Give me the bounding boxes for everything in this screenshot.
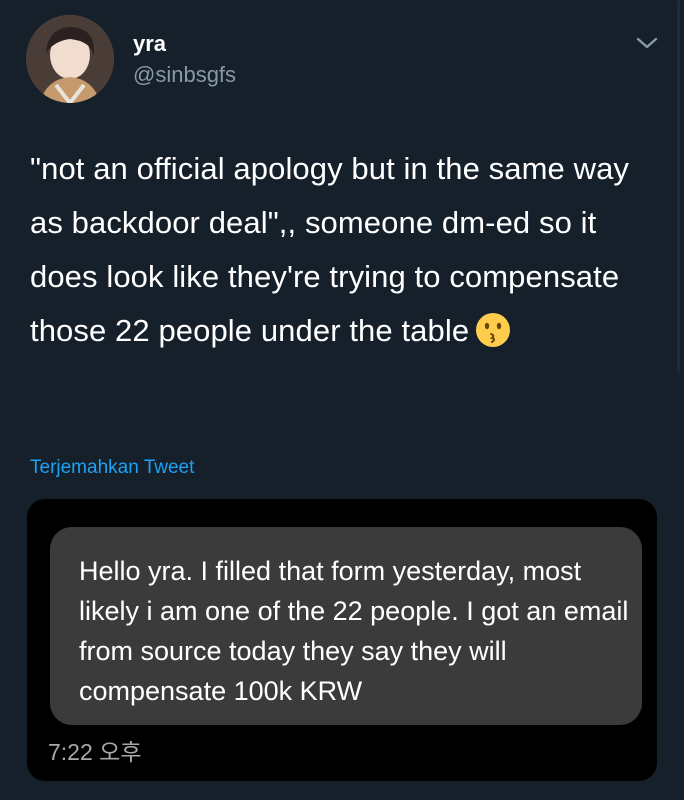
user-handle[interactable]: @sinbsgfs bbox=[133, 62, 236, 88]
tweet: yra @sinbsgfs "not an official apology b… bbox=[0, 0, 684, 800]
kissing-face-emoji-icon bbox=[476, 313, 511, 347]
display-name[interactable]: yra bbox=[133, 31, 166, 57]
profile-photo-icon bbox=[26, 15, 114, 103]
translate-tweet-link[interactable]: Terjemahkan Tweet bbox=[30, 457, 194, 479]
message-bubble: Hello yra. I filled that form yesterday,… bbox=[50, 527, 642, 725]
tweet-text: "not an official apology but in the same… bbox=[30, 142, 660, 358]
tweet-body: "not an official apology but in the same… bbox=[30, 151, 630, 348]
scrollbar[interactable] bbox=[677, 0, 680, 372]
avatar[interactable] bbox=[26, 15, 114, 103]
message-timestamp: 7:22 오후 bbox=[48, 739, 142, 765]
chevron-down-icon[interactable] bbox=[634, 34, 660, 52]
message-text: Hello yra. I filled that form yesterday,… bbox=[79, 556, 629, 706]
attached-image[interactable]: Hello yra. I filled that form yesterday,… bbox=[27, 499, 657, 781]
